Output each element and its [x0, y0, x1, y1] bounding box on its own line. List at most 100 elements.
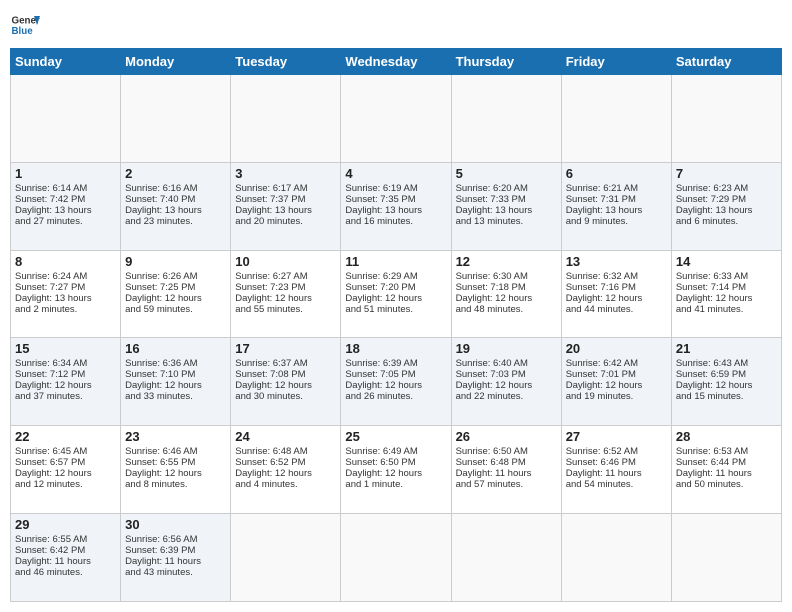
day-number: 15 [15, 341, 116, 356]
day-info: Daylight: 12 hours [15, 380, 116, 391]
day-number: 30 [125, 517, 226, 532]
day-info: Sunrise: 6:27 AM [235, 271, 336, 282]
calendar-cell: 28Sunrise: 6:53 AMSunset: 6:44 PMDayligh… [671, 426, 781, 514]
day-info: Sunrise: 6:50 AM [456, 446, 557, 457]
weekday-header: Monday [121, 49, 231, 75]
day-info: Sunset: 7:35 PM [345, 194, 446, 205]
day-info: Sunset: 7:10 PM [125, 369, 226, 380]
day-info: Sunset: 6:48 PM [456, 457, 557, 468]
day-info: Sunset: 7:20 PM [345, 282, 446, 293]
day-info: Sunset: 7:16 PM [566, 282, 667, 293]
day-info: Sunset: 7:29 PM [676, 194, 777, 205]
day-info: Daylight: 12 hours [235, 380, 336, 391]
day-info: Sunrise: 6:49 AM [345, 446, 446, 457]
day-info: Sunrise: 6:32 AM [566, 271, 667, 282]
day-info: Sunrise: 6:56 AM [125, 534, 226, 545]
day-info: and 55 minutes. [235, 304, 336, 315]
day-number: 7 [676, 166, 777, 181]
day-info: Sunset: 6:57 PM [15, 457, 116, 468]
day-info: Daylight: 13 hours [15, 205, 116, 216]
page-header: General Blue [10, 10, 782, 40]
day-info: Sunrise: 6:39 AM [345, 358, 446, 369]
day-info: Sunrise: 6:53 AM [676, 446, 777, 457]
calendar-cell: 16Sunrise: 6:36 AMSunset: 7:10 PMDayligh… [121, 338, 231, 426]
calendar-cell: 20Sunrise: 6:42 AMSunset: 7:01 PMDayligh… [561, 338, 671, 426]
day-info: Sunrise: 6:40 AM [456, 358, 557, 369]
day-info: Sunset: 7:05 PM [345, 369, 446, 380]
calendar-cell [341, 514, 451, 602]
day-info: Daylight: 13 hours [125, 205, 226, 216]
day-info: Daylight: 12 hours [235, 468, 336, 479]
day-info: Sunset: 6:42 PM [15, 545, 116, 556]
day-info: Daylight: 12 hours [125, 380, 226, 391]
day-info: and 27 minutes. [15, 216, 116, 227]
day-info: Sunset: 6:50 PM [345, 457, 446, 468]
day-info: Sunrise: 6:52 AM [566, 446, 667, 457]
day-info: Daylight: 12 hours [676, 293, 777, 304]
day-info: Sunset: 7:01 PM [566, 369, 667, 380]
day-info: Sunset: 7:14 PM [676, 282, 777, 293]
day-info: Sunrise: 6:45 AM [15, 446, 116, 457]
day-number: 28 [676, 429, 777, 444]
calendar-cell: 15Sunrise: 6:34 AMSunset: 7:12 PMDayligh… [11, 338, 121, 426]
day-info: Sunrise: 6:34 AM [15, 358, 116, 369]
day-info: Sunrise: 6:43 AM [676, 358, 777, 369]
calendar-cell: 24Sunrise: 6:48 AMSunset: 6:52 PMDayligh… [231, 426, 341, 514]
day-info: Sunrise: 6:33 AM [676, 271, 777, 282]
day-info: and 37 minutes. [15, 391, 116, 402]
day-info: Sunset: 6:59 PM [676, 369, 777, 380]
day-number: 13 [566, 254, 667, 269]
day-number: 2 [125, 166, 226, 181]
day-number: 25 [345, 429, 446, 444]
day-info: Daylight: 12 hours [345, 468, 446, 479]
day-info: Sunrise: 6:16 AM [125, 183, 226, 194]
day-info: Sunset: 6:46 PM [566, 457, 667, 468]
day-info: Sunrise: 6:23 AM [676, 183, 777, 194]
calendar-cell [561, 75, 671, 163]
day-info: Sunrise: 6:24 AM [15, 271, 116, 282]
day-info: and 9 minutes. [566, 216, 667, 227]
day-number: 3 [235, 166, 336, 181]
day-info: and 23 minutes. [125, 216, 226, 227]
day-info: Sunrise: 6:17 AM [235, 183, 336, 194]
calendar-cell: 3 Sunrise: 6:17 AMSunset: 7:37 PMDaylight… [231, 162, 341, 250]
calendar-cell: 6Sunrise: 6:21 AMSunset: 7:31 PMDaylight… [561, 162, 671, 250]
day-number: 29 [15, 517, 116, 532]
calendar-cell: 5Sunrise: 6:20 AMSunset: 7:33 PMDaylight… [451, 162, 561, 250]
day-number: 12 [456, 254, 557, 269]
day-info: Sunrise: 6:26 AM [125, 271, 226, 282]
day-info: Daylight: 13 hours [235, 205, 336, 216]
day-info: and 50 minutes. [676, 479, 777, 490]
day-info: Sunrise: 6:21 AM [566, 183, 667, 194]
day-info: and 22 minutes. [456, 391, 557, 402]
calendar-cell: 4Sunrise: 6:19 AMSunset: 7:35 PMDaylight… [341, 162, 451, 250]
day-info: and 20 minutes. [235, 216, 336, 227]
calendar-cell [341, 75, 451, 163]
calendar-cell: 18Sunrise: 6:39 AMSunset: 7:05 PMDayligh… [341, 338, 451, 426]
day-info: Daylight: 13 hours [676, 205, 777, 216]
day-info: Sunrise: 6:30 AM [456, 271, 557, 282]
day-info: and 12 minutes. [15, 479, 116, 490]
day-number: 21 [676, 341, 777, 356]
day-info: Daylight: 12 hours [345, 293, 446, 304]
day-info: Daylight: 12 hours [456, 293, 557, 304]
day-info: and 51 minutes. [345, 304, 446, 315]
day-info: Sunset: 7:08 PM [235, 369, 336, 380]
weekday-header: Tuesday [231, 49, 341, 75]
day-number: 17 [235, 341, 336, 356]
day-info: and 57 minutes. [456, 479, 557, 490]
day-info: Daylight: 12 hours [125, 468, 226, 479]
day-info: and 30 minutes. [235, 391, 336, 402]
day-info: Sunset: 6:52 PM [235, 457, 336, 468]
day-info: and 16 minutes. [345, 216, 446, 227]
day-info: Sunset: 7:37 PM [235, 194, 336, 205]
svg-text:Blue: Blue [12, 26, 34, 37]
day-info: Daylight: 13 hours [15, 293, 116, 304]
day-info: Daylight: 11 hours [566, 468, 667, 479]
calendar-cell: 10Sunrise: 6:27 AMSunset: 7:23 PMDayligh… [231, 250, 341, 338]
day-info: and 59 minutes. [125, 304, 226, 315]
calendar-cell: 13Sunrise: 6:32 AMSunset: 7:16 PMDayligh… [561, 250, 671, 338]
day-info: Daylight: 12 hours [566, 380, 667, 391]
day-number: 24 [235, 429, 336, 444]
day-info: Sunset: 6:39 PM [125, 545, 226, 556]
